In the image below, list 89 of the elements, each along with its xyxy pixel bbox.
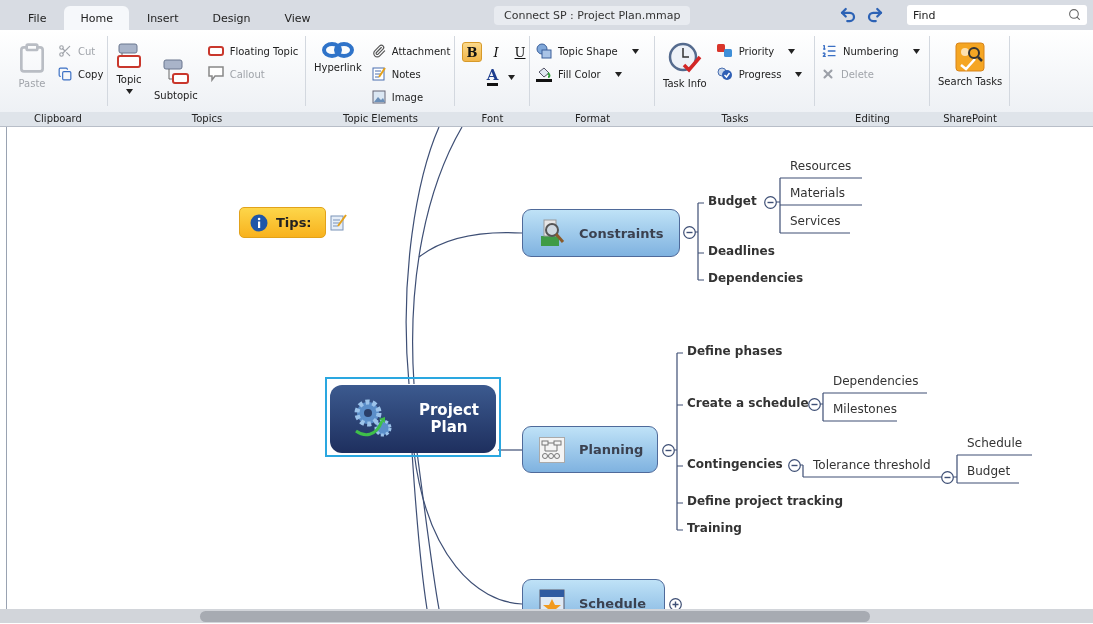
floating-topic-icon <box>207 46 224 56</box>
ribbon-button[interactable]: Search Tasks <box>936 42 1005 87</box>
ribbon-tab[interactable]: View <box>268 6 327 30</box>
ribbon-tab[interactable]: Home <box>64 6 129 30</box>
undo-button[interactable] <box>839 6 857 24</box>
ribbon-button[interactable]: Numbering <box>821 42 920 60</box>
paperclip-icon <box>371 44 386 58</box>
group-label: Clipboard <box>33 112 83 126</box>
collapse-toggle[interactable] <box>941 471 954 484</box>
central-topic[interactable]: Project Plan <box>330 385 496 453</box>
subtopic-label[interactable]: Contingencies <box>687 457 783 475</box>
group-label: Font <box>480 112 505 126</box>
delete-icon <box>821 67 835 81</box>
group-label: Topics <box>190 112 224 126</box>
subtopic-label[interactable]: Deadlines <box>708 244 775 262</box>
ribbon-button[interactable]: Topic Shape <box>536 42 639 60</box>
topic-icon <box>116 42 142 70</box>
group-label: SharePoint <box>942 112 998 126</box>
main-topic[interactable]: Schedule <box>522 579 665 609</box>
ribbon-button[interactable]: Attachment <box>371 42 451 60</box>
shapes-icon <box>536 43 552 59</box>
subtopic-label[interactable]: Tolerance threshold <box>813 458 931 476</box>
collapse-toggle[interactable] <box>662 444 675 457</box>
progress-icon <box>716 67 733 81</box>
collapse-toggle[interactable] <box>764 196 777 209</box>
subtopic-label[interactable]: Milestones <box>833 402 897 420</box>
subtopic-label[interactable]: Dependencies <box>833 374 919 392</box>
group-label: Topic Elements <box>342 112 419 126</box>
font-style-button[interactable]: I <box>486 42 506 62</box>
ribbon-button[interactable]: Subtopic <box>152 42 200 101</box>
font-color-button[interactable]: A <box>476 68 516 86</box>
search-field[interactable]: Find <box>907 5 1087 25</box>
tips-topic[interactable]: Tips: <box>239 207 326 238</box>
subtopic-label[interactable]: Budget <box>708 194 757 212</box>
horizontal-scrollbar[interactable] <box>0 609 1093 623</box>
group-label: Format <box>573 112 612 126</box>
collapse-toggle[interactable] <box>683 226 696 239</box>
main-topic[interactable]: Planning <box>522 426 658 473</box>
callout-icon <box>207 66 224 82</box>
ribbon-button[interactable]: Image <box>371 88 451 106</box>
calendar-star-icon <box>539 589 565 609</box>
money-magnifier-icon <box>539 218 565 248</box>
main-topic[interactable]: Constraints <box>522 209 680 257</box>
ribbon-button[interactable]: Hyperlink <box>312 42 364 73</box>
subtopic-label[interactable]: Define project tracking <box>687 494 843 512</box>
numbered-list-icon <box>821 43 837 59</box>
subtopic-label[interactable]: Schedule <box>967 436 1023 454</box>
subtopic-label[interactable]: Create a schedule <box>687 396 809 414</box>
ribbon-button[interactable]: Copy <box>58 65 104 83</box>
ribbon-button[interactable]: Priority <box>716 42 803 60</box>
subtopic-label[interactable]: Budget <box>967 464 1011 482</box>
ribbon-tab[interactable]: Insert <box>130 6 195 30</box>
group-label: Editing <box>854 112 891 126</box>
document-title: Connect SP : Project Plan.mmap <box>494 6 691 25</box>
subtopic-label[interactable]: Services <box>790 214 841 232</box>
collapse-toggle[interactable] <box>808 398 821 411</box>
copy-icon <box>58 67 72 81</box>
search-icon <box>1068 8 1081 21</box>
font-style-button[interactable]: B <box>462 42 482 62</box>
search-tasks-icon <box>955 42 986 72</box>
subtopic-label[interactable]: Materials <box>790 186 845 204</box>
ribbon-button[interactable]: Floating Topic <box>207 42 299 60</box>
subtopic-label[interactable]: Resources <box>790 159 852 177</box>
clock-check-icon <box>667 42 702 74</box>
paint-bucket-icon <box>536 66 552 82</box>
ribbon-button[interactable]: Notes <box>371 65 451 83</box>
expand-toggle[interactable] <box>669 598 682 609</box>
ribbon-tab[interactable]: File <box>12 6 63 30</box>
redo-button[interactable] <box>866 6 884 24</box>
group-label: Tasks <box>720 112 750 126</box>
ribbon-tab[interactable]: Design <box>196 6 267 30</box>
ribbon-button[interactable]: Topic <box>114 42 144 94</box>
collapse-toggle[interactable] <box>788 459 801 472</box>
info-icon <box>250 213 268 232</box>
subtopic-label[interactable]: Training <box>687 521 742 539</box>
ribbon-button[interactable]: Fill Color <box>536 65 639 83</box>
subtopic-label[interactable]: Dependencies <box>708 271 804 289</box>
priority-icon <box>716 44 733 58</box>
ribbon-button[interactable]: Progress <box>716 65 803 83</box>
subtopic-label[interactable]: Define phases <box>687 344 783 362</box>
scrollbar-thumb[interactable] <box>200 610 870 622</box>
chain-link-icon <box>321 42 354 58</box>
notes-icon <box>371 67 386 81</box>
font-style-button[interactable]: U <box>510 42 530 62</box>
subtopic-icon <box>162 58 189 86</box>
flowchart-icon <box>539 436 565 463</box>
scissors-icon <box>58 44 72 58</box>
ribbon-button[interactable]: Task Info <box>661 42 709 89</box>
image-icon <box>371 90 386 104</box>
